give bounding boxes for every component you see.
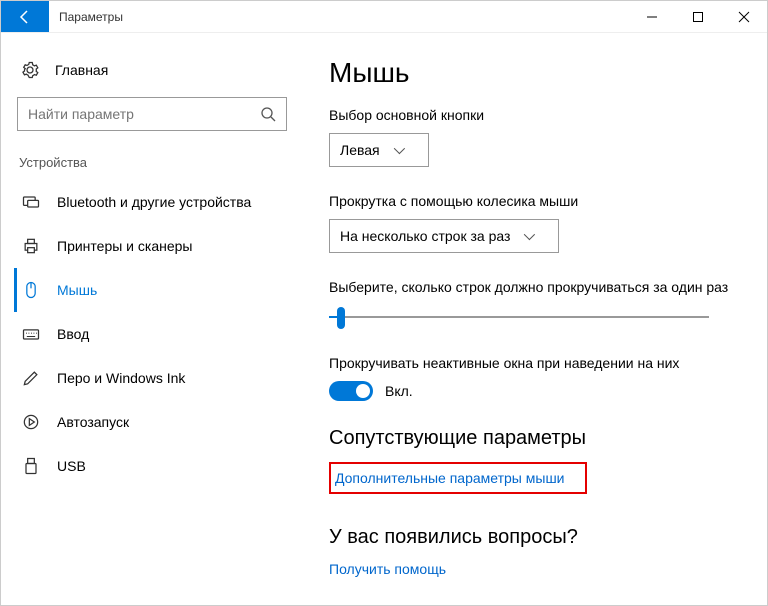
nav-label: Мышь <box>57 282 97 298</box>
sidebar-item-mouse[interactable]: Мышь <box>14 268 301 312</box>
titlebar: Параметры <box>1 1 767 33</box>
additional-mouse-options-link[interactable]: Дополнительные параметры мыши <box>335 470 565 486</box>
scroll-lines-slider[interactable] <box>329 305 709 329</box>
dropdown-value: Левая <box>340 142 380 158</box>
questions-heading: У вас появились вопросы? <box>329 526 739 549</box>
search-input[interactable] <box>28 106 260 122</box>
maximize-icon <box>692 11 704 23</box>
nav-label: USB <box>57 458 86 474</box>
pen-icon <box>21 368 41 388</box>
printer-icon <box>21 236 41 256</box>
close-button[interactable] <box>721 1 767 32</box>
autoplay-icon <box>21 412 41 432</box>
scroll-wheel-dropdown[interactable]: На несколько строк за раз <box>329 219 559 253</box>
nav-label: Ввод <box>57 326 89 342</box>
home-button[interactable]: Главная <box>17 53 301 93</box>
chevron-down-icon <box>524 229 535 240</box>
nav-label: Bluetooth и другие устройства <box>57 194 251 210</box>
keyboard-icon <box>21 324 41 344</box>
gear-icon <box>21 61 39 79</box>
usb-icon <box>21 456 41 476</box>
sidebar-item-pen[interactable]: Перо и Windows Ink <box>14 356 301 400</box>
bluetooth-devices-icon <box>21 192 41 212</box>
sidebar-item-bluetooth[interactable]: Bluetooth и другие устройства <box>14 180 301 224</box>
nav-label: Перо и Windows Ink <box>57 370 185 386</box>
sidebar-section-label: Устройства <box>17 149 301 180</box>
slider-rail <box>329 316 709 318</box>
get-help-link[interactable]: Получить помощь <box>329 561 739 577</box>
related-heading: Сопутствующие параметры <box>329 427 739 450</box>
minimize-button[interactable] <box>629 1 675 32</box>
maximize-button[interactable] <box>675 1 721 32</box>
scroll-lines-label: Выберите, сколько строк должно прокручив… <box>329 279 739 295</box>
highlight-box: Дополнительные параметры мыши <box>329 462 587 494</box>
nav-label: Принтеры и сканеры <box>57 238 192 254</box>
primary-button-dropdown[interactable]: Левая <box>329 133 429 167</box>
toggle-status: Вкл. <box>385 383 413 399</box>
close-icon <box>738 11 750 23</box>
window-title: Параметры <box>49 1 629 32</box>
primary-button-label: Выбор основной кнопки <box>329 107 739 123</box>
sidebar-item-printers[interactable]: Принтеры и сканеры <box>14 224 301 268</box>
sidebar-item-autoplay[interactable]: Автозапуск <box>14 400 301 444</box>
inactive-scroll-toggle[interactable] <box>329 381 373 401</box>
chevron-down-icon <box>393 143 404 154</box>
arrow-left-icon <box>17 9 33 25</box>
minimize-icon <box>646 11 658 23</box>
sidebar-item-usb[interactable]: USB <box>14 444 301 488</box>
sidebar-item-typing[interactable]: Ввод <box>14 312 301 356</box>
slider-thumb[interactable] <box>337 307 345 329</box>
page-heading: Мышь <box>329 57 739 89</box>
dropdown-value: На несколько строк за раз <box>340 228 510 244</box>
search-icon <box>260 106 276 122</box>
back-button[interactable] <box>1 1 49 32</box>
home-label: Главная <box>55 62 108 78</box>
scroll-wheel-label: Прокрутка с помощью колесика мыши <box>329 193 739 209</box>
inactive-scroll-label: Прокручивать неактивные окна при наведен… <box>329 355 739 371</box>
content-area: Мышь Выбор основной кнопки Левая Прокрут… <box>301 33 767 605</box>
nav-label: Автозапуск <box>57 414 129 430</box>
sidebar: Главная Устройства Bluetooth и другие ус… <box>1 33 301 605</box>
search-input-container[interactable] <box>17 97 287 131</box>
toggle-knob <box>356 384 370 398</box>
mouse-icon <box>21 280 41 300</box>
